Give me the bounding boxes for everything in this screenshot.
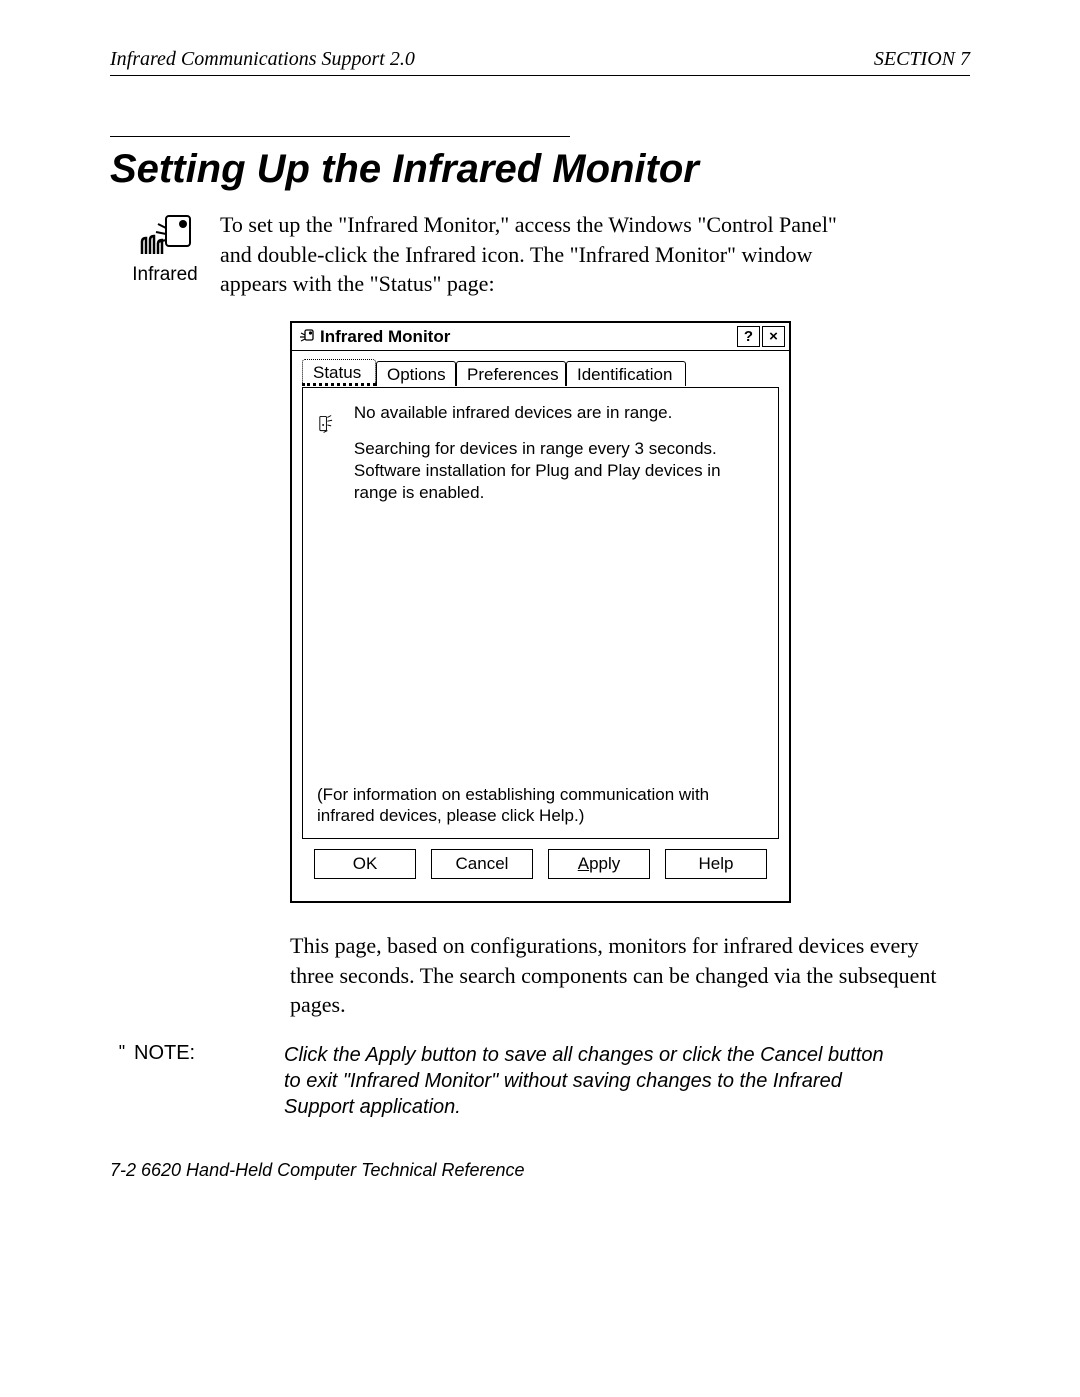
titlebar-left: Infrared Monitor bbox=[296, 327, 450, 347]
infrared-search-icon bbox=[317, 402, 336, 446]
note-row: " NOTE: Click the Apply button to save a… bbox=[110, 1042, 970, 1120]
help-button[interactable]: ? bbox=[737, 326, 760, 347]
infrared-icon bbox=[136, 214, 194, 262]
status-row: No available infrared devices are in ran… bbox=[317, 402, 764, 518]
header-right: SECTION 7 bbox=[874, 48, 970, 71]
page: Infrared Communications Support 2.0 SECT… bbox=[0, 0, 1080, 1397]
dialog-title: Infrared Monitor bbox=[320, 327, 450, 347]
apply-button-label: Apply bbox=[578, 854, 621, 874]
tab-identification-label: Identification bbox=[577, 365, 672, 384]
tab-identification[interactable]: Identification bbox=[566, 361, 686, 386]
intro-paragraph: To set up the "Infrared Monitor," access… bbox=[220, 210, 840, 299]
tab-preferences[interactable]: Preferences bbox=[456, 361, 566, 386]
note-mark: " bbox=[110, 1042, 134, 1063]
after-paragraph: This page, based on configurations, moni… bbox=[290, 931, 940, 1020]
titlebar: Infrared Monitor ? × bbox=[292, 323, 789, 351]
tab-status-label: Status bbox=[313, 363, 361, 382]
dialog-body: Status Options Preferences Identificatio… bbox=[292, 351, 789, 901]
control-panel-icon-block: Infrared bbox=[110, 210, 220, 286]
cancel-button-label: Cancel bbox=[456, 854, 509, 874]
note-body: Click the Apply button to save all chang… bbox=[284, 1042, 899, 1120]
page-title: Setting Up the Infrared Monitor bbox=[110, 147, 970, 192]
running-header: Infrared Communications Support 2.0 SECT… bbox=[110, 48, 970, 76]
dialog-figure: Infrared Monitor ? × Status Options Pref… bbox=[290, 321, 970, 903]
intro-row: Infrared To set up the "Infrared Monitor… bbox=[110, 210, 970, 299]
status-line-2: Searching for devices in range every 3 s… bbox=[354, 438, 764, 504]
apply-button[interactable]: Apply bbox=[548, 849, 650, 879]
help-dialog-button-label: Help bbox=[699, 854, 734, 874]
title-rule bbox=[110, 136, 570, 137]
header-left: Infrared Communications Support 2.0 bbox=[110, 48, 415, 71]
cancel-button[interactable]: Cancel bbox=[431, 849, 533, 879]
help-hint: (For information on establishing communi… bbox=[317, 784, 764, 827]
infrared-monitor-dialog: Infrared Monitor ? × Status Options Pref… bbox=[290, 321, 791, 903]
help-icon: ? bbox=[744, 329, 753, 344]
tab-options[interactable]: Options bbox=[376, 361, 456, 386]
close-icon: × bbox=[769, 329, 778, 344]
note-label: NOTE: bbox=[134, 1042, 284, 1065]
status-text: No available infrared devices are in ran… bbox=[354, 402, 764, 518]
ok-button[interactable]: OK bbox=[314, 849, 416, 879]
tab-status[interactable]: Status bbox=[302, 359, 376, 386]
close-button[interactable]: × bbox=[762, 326, 785, 347]
infrared-titlebar-icon bbox=[296, 329, 314, 345]
tab-preferences-label: Preferences bbox=[467, 365, 559, 384]
titlebar-buttons: ? × bbox=[737, 326, 785, 347]
infrared-icon-label: Infrared bbox=[110, 264, 220, 286]
tab-strip: Status Options Preferences Identificatio… bbox=[302, 359, 779, 388]
status-line-1: No available infrared devices are in ran… bbox=[354, 402, 764, 424]
tab-panel-status: No available infrared devices are in ran… bbox=[302, 387, 779, 839]
help-dialog-button[interactable]: Help bbox=[665, 849, 767, 879]
ok-button-label: OK bbox=[353, 854, 378, 874]
tab-options-label: Options bbox=[387, 365, 446, 384]
page-footer: 7-2 6620 Hand-Held Computer Technical Re… bbox=[110, 1160, 970, 1181]
dialog-button-row: OK Cancel Apply Help bbox=[302, 839, 779, 891]
